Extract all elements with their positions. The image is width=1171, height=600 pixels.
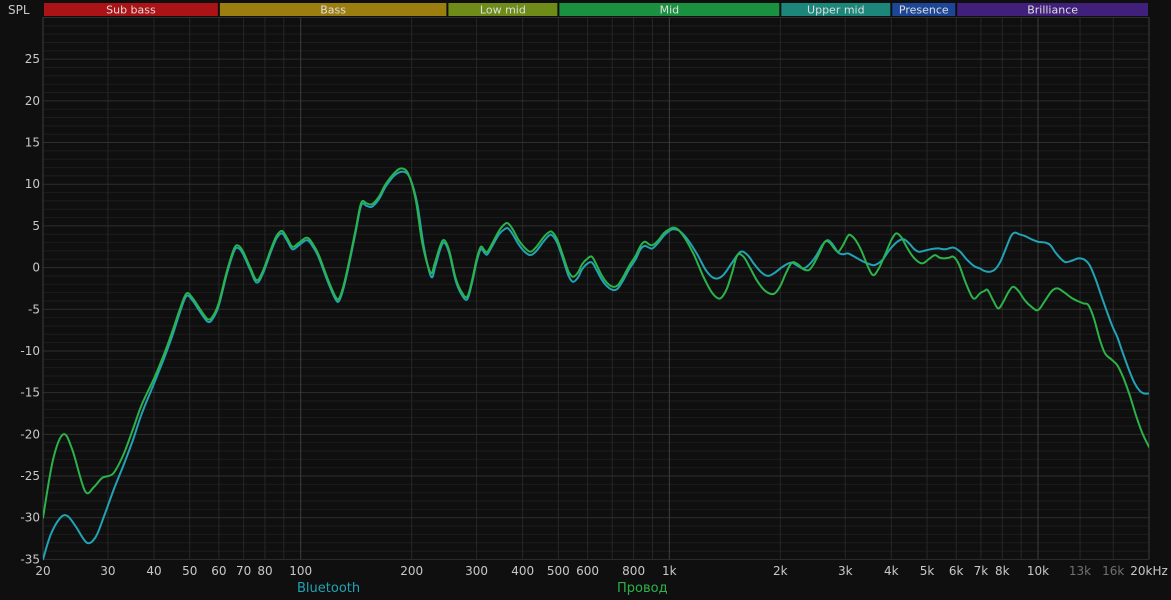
- x-tick-label: 8k: [995, 564, 1010, 578]
- x-tick-label: 300: [465, 564, 488, 578]
- band-label: Low mid: [480, 4, 526, 17]
- y-tick-label: -20: [20, 427, 40, 441]
- y-tick-label: 5: [32, 219, 40, 233]
- x-tick-label: 13k: [1069, 564, 1091, 578]
- x-tick-label: 200: [400, 564, 423, 578]
- y-tick-label: 15: [25, 136, 40, 150]
- y-tick-label: -30: [20, 511, 40, 525]
- x-tick-label: 20: [35, 564, 50, 578]
- x-tick-label: 100: [289, 564, 312, 578]
- band-label: Upper mid: [807, 4, 865, 17]
- y-tick-label: 0: [32, 261, 40, 275]
- band-label: Presence: [899, 4, 949, 17]
- chart-background: [0, 0, 1171, 600]
- band-label: Sub bass: [106, 4, 156, 17]
- x-tick-label: 4k: [884, 564, 899, 578]
- y-tick-label: 10: [25, 177, 40, 191]
- x-tick-label: 600: [576, 564, 599, 578]
- chart-canvas: Sub bass Bass Low mid Mid Upper mid Presence B…: [0, 0, 1171, 600]
- x-tick-label: 500: [547, 564, 570, 578]
- x-tick-label: 3k: [838, 564, 853, 578]
- x-tick-label: 1k: [662, 564, 677, 578]
- frequency-bands: Sub bass Bass Low mid Mid Upper mid Presence B…: [44, 3, 1148, 17]
- y-tick-label: 25: [25, 52, 40, 66]
- x-tick-label: 400: [511, 564, 534, 578]
- band-label: Bass: [320, 4, 346, 17]
- x-tick-label: 6k: [949, 564, 964, 578]
- x-tick-label: 70: [236, 564, 251, 578]
- x-tick-label: 50: [182, 564, 197, 578]
- frequency-response-chart: Sub bass Bass Low mid Mid Upper mid Presence B…: [0, 0, 1171, 600]
- x-tick-label: 800: [622, 564, 645, 578]
- legend-item-wire[interactable]: Провод: [617, 581, 668, 596]
- legend-item-bluetooth[interactable]: Bluetooth: [297, 581, 360, 596]
- y-tick-label: -15: [20, 386, 40, 400]
- x-tick-label: 60: [211, 564, 226, 578]
- x-tick-label: 2k: [773, 564, 788, 578]
- x-tick-label: 80: [257, 564, 272, 578]
- y-tick-label: 20: [25, 94, 40, 108]
- y-tick-label: -5: [28, 302, 40, 316]
- band-label: Brilliance: [1027, 4, 1078, 17]
- x-tick-label: 10k: [1027, 564, 1049, 578]
- band-label: Mid: [660, 4, 680, 17]
- x-tick-label: 20kHz: [1130, 564, 1168, 578]
- x-tick-label: 40: [146, 564, 161, 578]
- y-tick-label: -25: [20, 469, 40, 483]
- x-tick-label: 30: [100, 564, 115, 578]
- y-axis-title: SPL: [8, 3, 30, 17]
- x-tick-label: 5k: [920, 564, 935, 578]
- x-tick-label: 7k: [974, 564, 989, 578]
- x-tick-label: 16k: [1102, 564, 1124, 578]
- y-tick-label: -10: [20, 344, 40, 358]
